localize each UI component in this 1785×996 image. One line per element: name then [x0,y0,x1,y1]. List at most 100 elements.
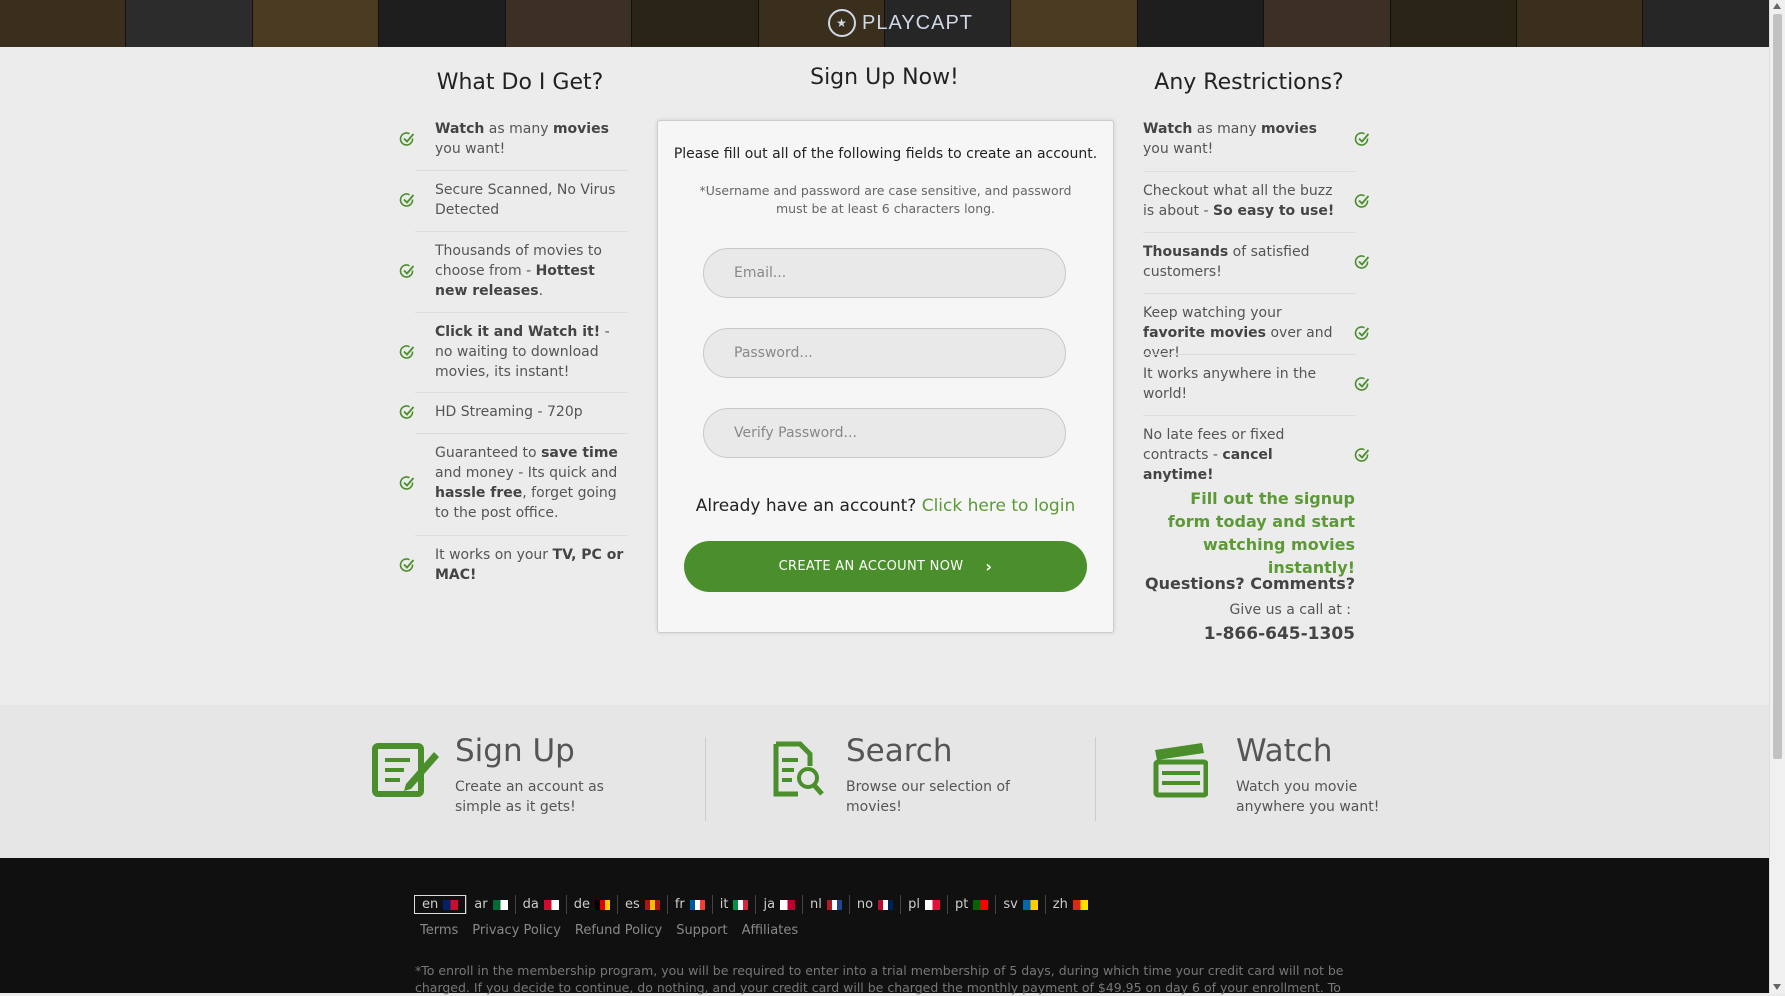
step-title: Watch [1236,733,1333,769]
scroll-up-arrow-icon[interactable] [1773,3,1781,9]
flag-icon [924,899,940,910]
email-field[interactable] [703,248,1066,298]
language-code: pl [908,897,920,912]
feature-text: Watch as many movies you want! [435,121,609,157]
poster-image [126,0,253,47]
check-icon [1354,325,1370,341]
language-option-es[interactable]: es [617,895,667,914]
footer-links: Terms Privacy Policy Refund Policy Support A… [420,923,798,938]
feature-text: HD Streaming - 720p [435,404,583,420]
phone-number[interactable]: 1-866-645-1305 [1143,624,1355,644]
divider [415,312,628,313]
signup-note: *Username and password are case sensitiv… [699,183,1072,216]
vertical-scrollbar[interactable] [1769,0,1785,993]
right-column-title: Any Restrictions? [1154,70,1344,95]
check-icon [399,404,415,420]
restriction-text: No late fees or fixed contracts - cancel… [1143,427,1285,483]
flag-icon [595,899,611,910]
flag-icon [1022,899,1038,910]
divider [1143,354,1356,355]
left-column-title: What Do I Get? [436,70,604,95]
divider [705,737,706,821]
language-code: no [856,897,874,912]
signup-form: Please fill out all of the following fie… [657,120,1114,633]
verify-password-field[interactable] [703,408,1066,458]
language-code: es [625,897,640,912]
language-option-ar[interactable]: ar [466,895,514,914]
poster-image [252,0,380,47]
footer: en ar da de es fr it ja nl no pl pt sv zh Terms Privac… [0,858,1770,995]
feature-text: Click it and Watch it! - no waiting to d… [435,324,610,380]
password-field[interactable] [703,328,1066,378]
divider [415,433,628,434]
divider [1143,232,1356,233]
language-option-pt[interactable]: pt [946,895,995,914]
footer-link-affiliates[interactable]: Affiliates [742,923,799,938]
feature-text: Thousands of movies to choose from - Hot… [435,243,602,299]
step-title: Sign Up [455,733,575,769]
language-option-no[interactable]: no [848,895,900,914]
language-code: ar [474,897,488,912]
language-code: it [719,897,729,912]
check-icon [399,263,415,279]
footer-link-refund-policy[interactable]: Refund Policy [575,923,662,938]
step-title: Search [846,733,953,769]
create-account-button[interactable]: CREATE AN ACCOUNT NOW › [684,541,1087,592]
divider [1143,415,1356,416]
signup-icon [372,743,439,797]
language-code: de [573,897,591,912]
language-option-it[interactable]: it [711,895,756,914]
language-option-zh[interactable]: zh [1044,895,1095,914]
language-option-nl[interactable]: nl [802,895,849,914]
login-link[interactable]: Click here to login [922,496,1076,516]
language-option-ja[interactable]: ja [755,895,802,914]
check-icon [399,475,415,491]
divider [415,170,628,171]
call-text: Give us a call at : [1229,602,1351,618]
step-description: Create an account as simple as it gets! [455,779,604,815]
language-code: da [522,897,539,912]
restriction-text: Thousands of satisfied customers! [1143,244,1310,280]
check-icon [1354,131,1370,147]
poster-image [1390,0,1518,47]
feature-text: It works on your TV, PC or MAC! [435,547,624,583]
logo-text: PLAYCAPT [862,11,973,34]
footer-link-support[interactable]: Support [676,923,727,938]
flag-icon [644,899,660,910]
language-option-de[interactable]: de [565,895,617,914]
language-code: en [422,897,439,912]
check-icon [399,192,415,208]
language-code: sv [1003,897,1018,912]
flag-icon [733,899,749,910]
divider [415,231,628,232]
check-icon [1354,376,1370,392]
divider [415,535,628,536]
language-option-sv[interactable]: sv [995,895,1044,914]
poster-image [1643,0,1770,47]
language-option-fr[interactable]: fr [666,895,712,914]
language-option-da[interactable]: da [514,895,566,914]
poster-image [1011,0,1138,47]
language-code: nl [810,897,822,912]
footer-link-terms[interactable]: Terms [420,923,458,938]
signup-cta: Fill out the signup form today and start… [1167,489,1355,577]
create-account-label: CREATE AN ACCOUNT NOW [778,559,964,574]
check-icon [399,344,415,360]
check-icon [1354,254,1370,270]
restriction-text: It works anywhere in the world! [1143,366,1317,402]
site-logo[interactable]: ★ PLAYCAPT [828,8,973,38]
scroll-thumb[interactable] [1773,14,1782,759]
language-code: pt [954,897,969,912]
step-description: Browse our selection of movies! [846,779,1010,815]
language-option-en[interactable]: en [414,895,467,914]
poster-image [379,0,506,47]
feature-text: Guaranteed to save time and money - Its … [435,445,618,521]
login-prompt: Already have an account? Click here to l… [658,496,1113,516]
footer-link-privacy-policy[interactable]: Privacy Policy [472,923,561,938]
disclaimer-text: *To enroll in the membership program, yo… [415,963,1344,995]
check-icon [399,557,415,573]
check-icon [1354,447,1370,463]
scroll-down-arrow-icon[interactable] [1773,984,1781,990]
step-description: Watch you movie anywhere you want! [1236,779,1380,815]
language-option-pl[interactable]: pl [900,895,947,914]
